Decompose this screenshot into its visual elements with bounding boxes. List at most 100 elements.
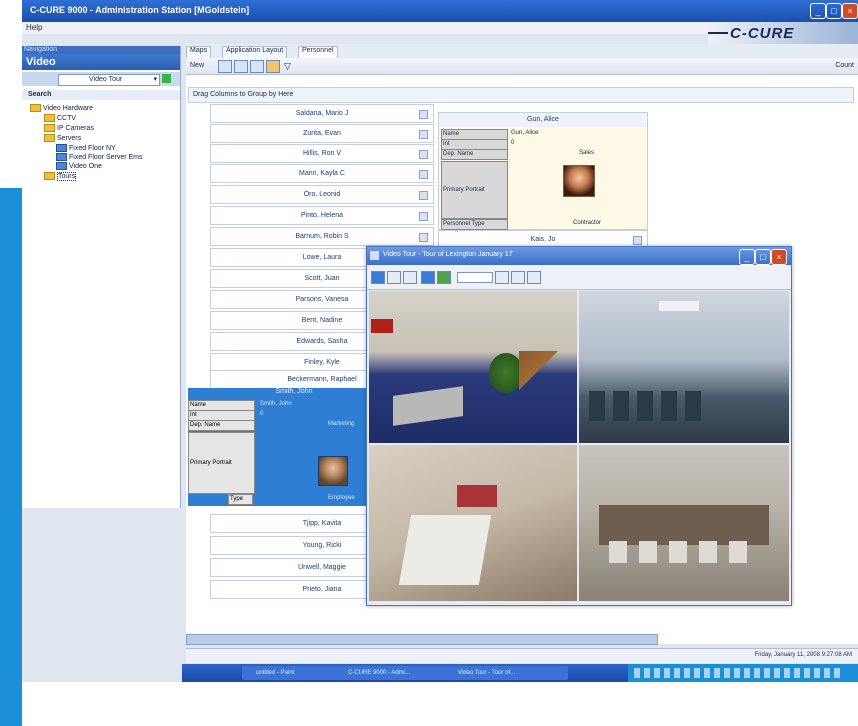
personnel-name: Scott, Juan	[304, 275, 340, 282]
video-window-title-bar: Video Tour - Tour of Lexington January 1…	[367, 247, 791, 265]
video-selector-dropdown[interactable]: Video Tour ▾	[58, 74, 160, 86]
time-field[interactable]	[457, 272, 493, 283]
personnel-card[interactable]: Zurita, Evan	[210, 124, 434, 143]
document-icon[interactable]	[234, 60, 248, 73]
tree-item[interactable]: Video One	[56, 162, 102, 170]
edit-icon[interactable]	[266, 60, 280, 73]
toolbar: New ▽ Count	[186, 58, 858, 75]
new-button[interactable]: New	[190, 62, 204, 69]
close-button[interactable]: ×	[842, 3, 858, 19]
video-close-button[interactable]: ×	[771, 249, 787, 265]
camera-icon[interactable]	[437, 271, 451, 284]
tree-item[interactable]: Video Hardware	[30, 104, 93, 112]
ceiling-light	[659, 301, 699, 311]
camera-view-1[interactable]	[369, 291, 577, 443]
field-label: Primary Portrait	[188, 432, 255, 494]
taskbar-button[interactable]: Video Tour - Tour of...	[444, 666, 568, 680]
tree-item[interactable]: Fixed Floor NY	[56, 144, 116, 152]
camera-view-2[interactable]	[579, 291, 789, 443]
tree-item[interactable]: Fixed Floor Server Ems	[56, 153, 143, 161]
tab-personnel-label: Personnel	[302, 47, 334, 54]
personnel-name: Zurita, Evan	[303, 130, 341, 137]
tree-item-label: IP Cameras	[57, 124, 94, 132]
server-icon	[56, 153, 67, 161]
personnel-card[interactable]: Barnum, Robin S	[210, 227, 434, 246]
personnel-card[interactable]: Mann, Kayla C	[210, 164, 434, 183]
personnel-card[interactable]: Hillis, Ron V	[210, 144, 434, 163]
save-icon[interactable]	[371, 271, 385, 284]
gray-wall	[393, 386, 463, 426]
tree-item-label: Fixed Floor NY	[69, 144, 116, 152]
personnel-detail-card[interactable]: Gun, Alice Name Gun, Alice Int 0 Dep. Na…	[438, 112, 648, 230]
plant	[489, 353, 523, 393]
personnel-card[interactable]: Oro, Leonid	[210, 185, 434, 204]
expand-icon[interactable]	[419, 110, 428, 119]
tree-item-label: Video Hardware	[43, 104, 94, 112]
tree-item[interactable]: Tours	[44, 171, 77, 181]
chairs	[589, 391, 709, 421]
video-window-title: Video Tour - Tour of Lexington January 1…	[383, 251, 513, 258]
field-value: Gun, Alice	[511, 130, 539, 136]
camera-view-4[interactable]	[579, 445, 789, 601]
horizontal-scrollbar[interactable]	[186, 634, 658, 645]
play-icon[interactable]	[403, 271, 417, 284]
server-icon	[56, 144, 67, 152]
expand-icon[interactable]	[419, 150, 428, 159]
field-value: Sales	[579, 150, 595, 156]
exit-sign	[371, 319, 393, 333]
minimize-button[interactable]: _	[810, 3, 826, 19]
taskbar-button[interactable]: C-CURE 9000 - Admi...	[334, 666, 448, 680]
personnel-card[interactable]: Pinto, Helena	[210, 206, 434, 225]
field-value: Contractor	[573, 220, 602, 226]
expand-icon[interactable]	[419, 212, 428, 221]
expand-icon[interactable]	[419, 130, 428, 139]
maximize-button[interactable]: □	[826, 3, 842, 19]
field-label: Dep. Name	[188, 420, 255, 431]
video-tour-window[interactable]: Video Tour - Tour of Lexington January 1…	[366, 246, 792, 606]
taskbar-button[interactable]: untitled - Paint	[242, 666, 336, 680]
personnel-name: Hillis, Ron V	[302, 150, 342, 157]
personnel-card[interactable]: Saldana, Mario J	[210, 104, 434, 123]
search-row[interactable]: Search	[22, 90, 180, 100]
step-icon[interactable]	[527, 271, 541, 284]
window-title: C-CURE 9000 - Administration Station [MG…	[30, 5, 250, 15]
taskbar-button-label: untitled - Paint	[256, 670, 295, 676]
menu-help[interactable]: Help	[26, 23, 42, 32]
step-icon[interactable]	[511, 271, 525, 284]
layout-icon[interactable]	[250, 60, 264, 73]
field-label: Primary Portrait	[441, 161, 508, 219]
system-tray	[628, 664, 858, 682]
expand-icon[interactable]	[419, 233, 428, 242]
video-minimize-button[interactable]: _	[739, 249, 755, 265]
tree-item-label: Tours	[57, 171, 77, 181]
conference-table	[599, 505, 769, 545]
tree-item[interactable]: CCTV	[44, 114, 76, 122]
expand-icon[interactable]	[419, 191, 428, 200]
tree-item-label: Video One	[69, 162, 102, 170]
navigation-header: Navigation	[22, 46, 180, 54]
group-by-area[interactable]: Drag Columns to Group by Here	[188, 87, 854, 103]
count-label: Count	[835, 62, 854, 69]
camera-view-3[interactable]	[369, 445, 577, 601]
expand-icon[interactable]	[419, 170, 428, 179]
view-icon[interactable]	[218, 60, 232, 73]
field-label: Type	[228, 494, 253, 505]
video-maximize-button[interactable]: □	[755, 249, 771, 265]
filter-icon[interactable]: ▽	[284, 61, 291, 72]
prev-icon[interactable]	[387, 271, 401, 284]
tree-item-label: Servers	[57, 134, 82, 142]
folder-icon	[44, 172, 55, 180]
record-icon[interactable]	[421, 271, 435, 284]
tab-maps-label: Maps	[190, 47, 208, 54]
tree-item[interactable]: IP Cameras	[44, 124, 94, 132]
add-icon[interactable]	[162, 74, 171, 83]
chevron-down-icon: ▾	[153, 76, 157, 83]
field-value: Marketing	[328, 421, 355, 427]
navigation-pane: Navigation Video Video Tour ▾ Search Vide…	[22, 46, 181, 508]
expand-icon[interactable]	[633, 236, 642, 245]
title-bar: C-CURE 9000 - Administration Station [MG…	[22, 0, 858, 22]
tree-item[interactable]: Servers	[44, 134, 81, 142]
step-icon[interactable]	[495, 271, 509, 284]
personnel-name: Beckermann, Raphael	[287, 376, 357, 383]
field-value: Employee	[328, 495, 355, 501]
